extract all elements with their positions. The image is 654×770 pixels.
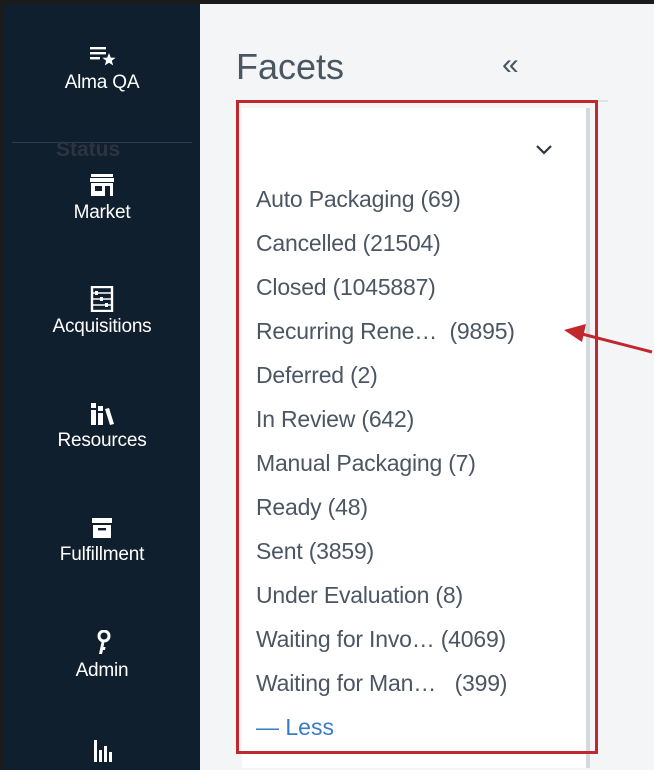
books-icon — [91, 403, 114, 425]
nav-item-acquisitions[interactable]: Acquisitions — [4, 286, 200, 338]
nav-item-market[interactable]: Market — [4, 172, 200, 224]
list-star-icon — [90, 47, 116, 66]
status-facet-list: Auto Packaging (69) Cancelled (21504) Cl… — [256, 184, 515, 712]
facet-item[interactable]: Deferred (2) — [256, 360, 515, 404]
collapse-panel-button[interactable]: « — [502, 50, 519, 80]
facet-item[interactable]: Cancelled (21504) — [256, 228, 515, 272]
facet-item[interactable]: Ready (48) — [256, 492, 515, 536]
key-icon — [97, 630, 111, 654]
archive-box-icon — [92, 518, 112, 538]
facet-item[interactable]: Manual Packaging (7) — [256, 448, 515, 492]
nav-item-fulfillment[interactable]: Fulfillment — [4, 514, 200, 566]
nav-fulfillment-label: Fulfillment — [59, 544, 145, 565]
nav-org-label: Alma QA — [64, 72, 140, 93]
abacus-icon — [90, 286, 114, 312]
nav-resources-label: Resources — [57, 430, 147, 451]
nav-item-org[interactable]: Alma QA — [4, 42, 200, 94]
facet-item[interactable]: Sent (3859) — [256, 536, 515, 580]
chevron-down-icon[interactable] — [533, 138, 555, 160]
nav-admin-label: Admin — [75, 660, 129, 681]
facet-item[interactable]: In Review (642) — [256, 404, 515, 448]
analytics-icon — [94, 740, 112, 762]
facet-item[interactable]: Recurring Rene… (9895) — [256, 316, 515, 360]
nav-acquisitions-label: Acquisitions — [52, 316, 152, 337]
title-divider — [236, 100, 608, 102]
nav-item-resources[interactable]: Resources — [4, 400, 200, 452]
facet-item[interactable]: Waiting for Man… (399) — [256, 668, 515, 712]
facet-item[interactable]: Auto Packaging (69) — [256, 184, 515, 228]
nav-market-label: Market — [73, 202, 131, 223]
nav-item-admin[interactable]: Admin — [4, 630, 200, 682]
left-navigation: Alma QA Market Acquisitions Resources Fu… — [4, 4, 200, 770]
status-facet-heading[interactable]: Status — [56, 138, 120, 162]
facet-item[interactable]: Under Evaluation (8) — [256, 580, 515, 624]
show-less-link[interactable]: — Less — [256, 712, 334, 742]
facet-item[interactable]: Closed (1045887) — [256, 272, 515, 316]
nav-item-analytics[interactable] — [4, 736, 200, 766]
facet-item[interactable]: Waiting for Invo… (4069) — [256, 624, 515, 668]
store-icon — [90, 174, 114, 196]
pointer-arrow-icon — [564, 324, 653, 354]
facets-title: Facets — [236, 46, 345, 87]
